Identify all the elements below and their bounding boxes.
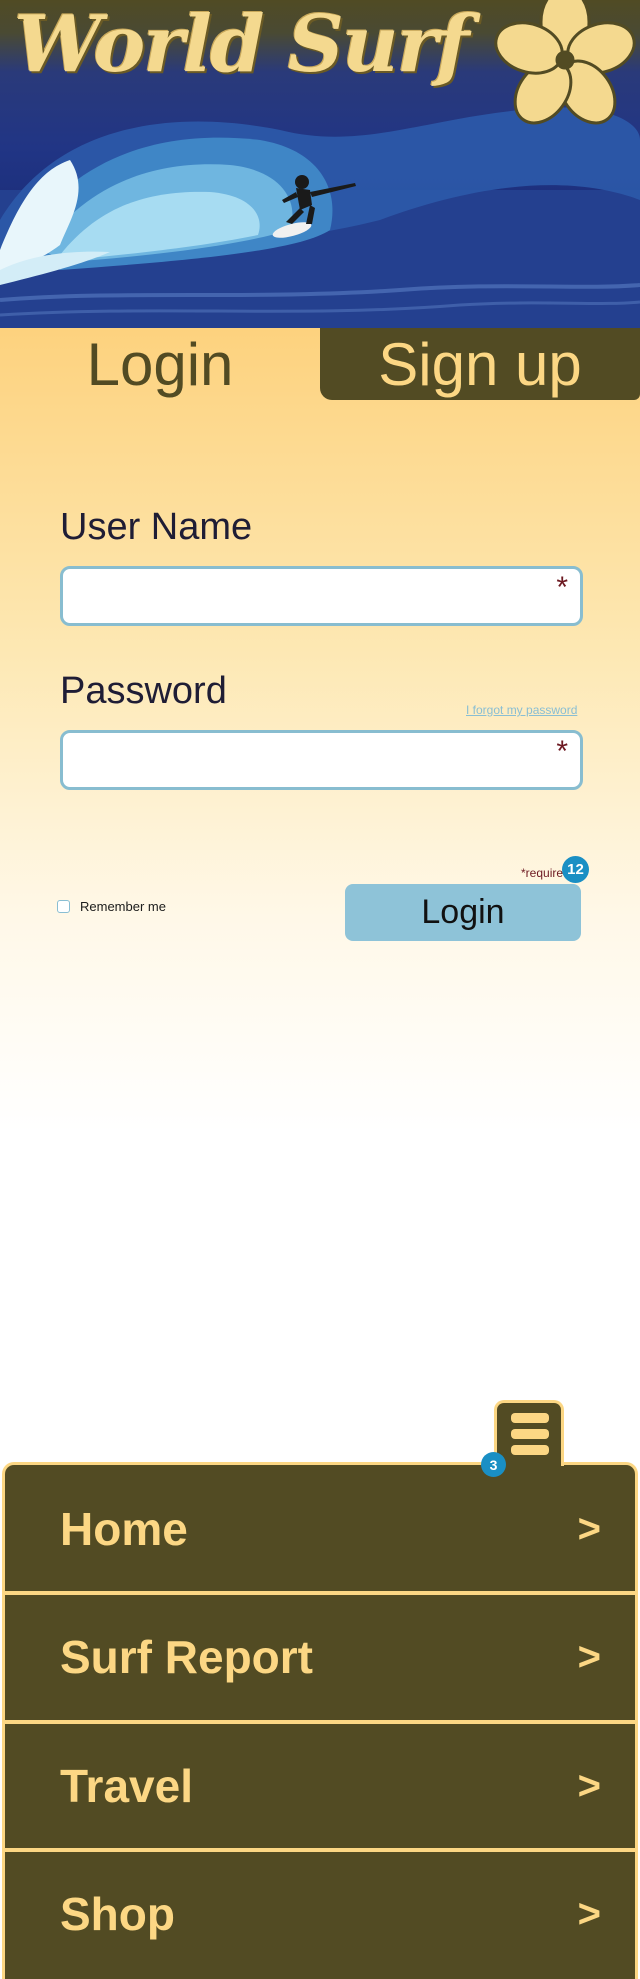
chevron-right-icon: >: [577, 1763, 601, 1808]
menu-item-shop[interactable]: Shop >: [5, 1848, 635, 1976]
remember-me-row[interactable]: Remember me: [57, 899, 166, 914]
menu-badge: 3: [481, 1452, 506, 1477]
username-field-wrapper: *: [60, 566, 583, 626]
nav-menu: Home > Surf Report > Travel > Shop >: [2, 1462, 638, 1979]
password-input[interactable]: [63, 733, 580, 787]
username-input[interactable]: [63, 569, 580, 623]
username-label: User Name: [60, 506, 253, 548]
username-required-mark: *: [556, 571, 568, 604]
password-label: Password: [60, 670, 227, 712]
login-form: User Name * Password I forgot my passwor…: [0, 0, 640, 1400]
menu-bar: [511, 1445, 549, 1455]
notification-badge: 12: [562, 856, 589, 883]
menu-item-label: Travel: [60, 1760, 193, 1812]
menu-item-surf-report[interactable]: Surf Report >: [5, 1591, 635, 1719]
chevron-right-icon: >: [577, 1506, 601, 1551]
menu-item-label: Home: [60, 1503, 188, 1555]
menu-item-label: Shop: [60, 1888, 175, 1940]
password-field-wrapper: *: [60, 730, 583, 790]
menu-item-travel[interactable]: Travel >: [5, 1720, 635, 1848]
menu-bar: [511, 1413, 549, 1423]
login-submit-button[interactable]: Login: [345, 884, 581, 941]
chevron-right-icon: >: [577, 1891, 601, 1936]
menu-item-label: Surf Report: [60, 1631, 313, 1683]
remember-me-checkbox[interactable]: [57, 900, 70, 913]
chevron-right-icon: >: [577, 1634, 601, 1679]
menu-bar: [511, 1429, 549, 1439]
remember-me-label: Remember me: [80, 899, 166, 914]
password-required-mark: *: [556, 735, 568, 768]
hamburger-menu-icon[interactable]: [494, 1400, 564, 1466]
forgot-password-link[interactable]: I forgot my password: [466, 703, 577, 717]
menu-item-home[interactable]: Home >: [5, 1465, 635, 1593]
